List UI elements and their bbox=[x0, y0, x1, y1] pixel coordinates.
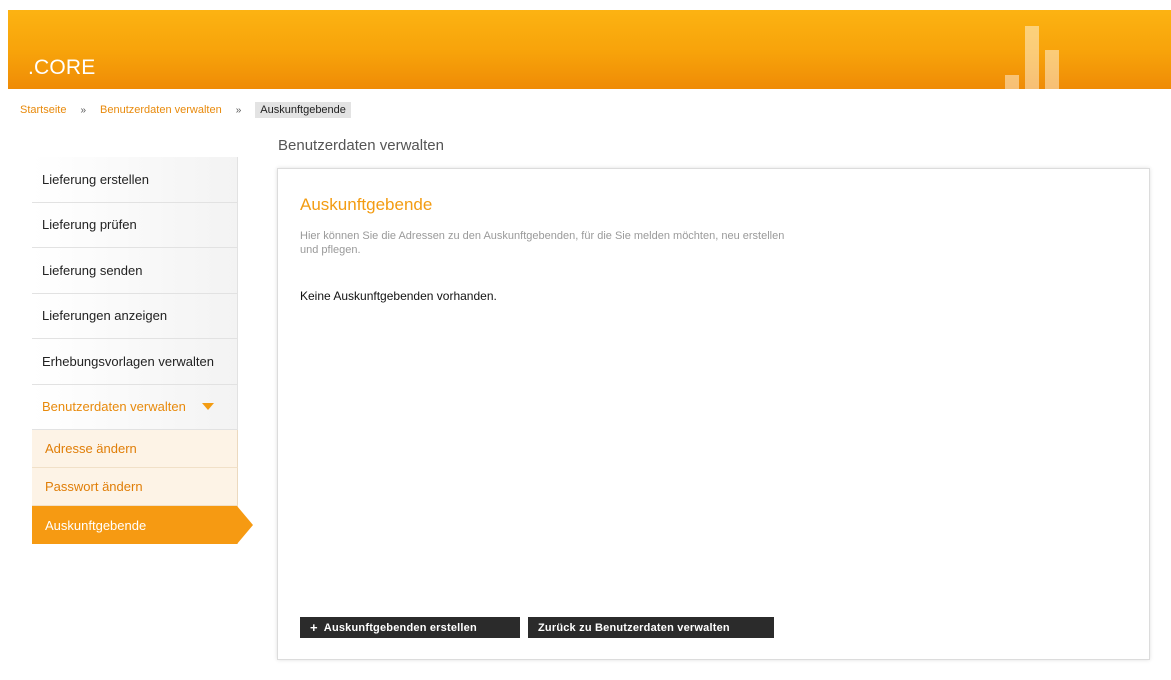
sidebar-subitem-label: Adresse ändern bbox=[45, 441, 137, 456]
sidebar-item-lieferung-senden[interactable]: Lieferung senden bbox=[32, 248, 238, 294]
caret-down-icon bbox=[201, 403, 214, 411]
panel-title: Auskunftgebende bbox=[300, 195, 433, 214]
sidebar-item-label: Lieferung senden bbox=[42, 262, 143, 278]
breadcrumb-benutzerdaten[interactable]: Benutzerdaten verwalten bbox=[100, 104, 222, 116]
sidebar-subitem-label: Auskunftgebende bbox=[45, 517, 147, 533]
breadcrumb-separator-icon: » bbox=[80, 104, 87, 116]
sidebar-item-lieferungen-anzeigen[interactable]: Lieferungen anzeigen bbox=[32, 293, 238, 339]
page-title: Benutzerdaten verwalten bbox=[278, 137, 444, 154]
sidebar-subitem-auskunftgebende[interactable]: Auskunftgebende bbox=[32, 506, 253, 544]
create-button-label: Auskunftgebenden erstellen bbox=[323, 621, 477, 634]
back-button-label: Zurück zu Benutzerdaten verwalten bbox=[538, 621, 730, 634]
empty-state-text: Keine Auskunftgebenden vorhanden. bbox=[300, 289, 497, 303]
plus-icon: + bbox=[310, 620, 318, 635]
sidebar-subitem-adresse[interactable]: Adresse ändern bbox=[32, 430, 238, 468]
content-panel: Auskunftgebende Hier können Sie die Adre… bbox=[277, 168, 1150, 660]
sidebar-item-label: Lieferung erstellen bbox=[42, 171, 149, 187]
sidebar-nav: Lieferung erstellen Lieferung prüfen Lie… bbox=[32, 157, 253, 544]
breadcrumb-current: Auskunftgebende bbox=[255, 102, 351, 118]
create-auskunftgebende-button[interactable]: + Auskunftgebenden erstellen bbox=[300, 617, 520, 638]
sidebar-item-lieferung-pruefen[interactable]: Lieferung prüfen bbox=[32, 202, 238, 248]
sidebar-subitem-label: Passwort ändern bbox=[45, 479, 143, 494]
breadcrumb-home[interactable]: Startseite bbox=[20, 104, 66, 116]
app-header: .CORE bbox=[8, 10, 1171, 89]
breadcrumb: Startseite » Benutzerdaten verwalten » A… bbox=[20, 102, 351, 118]
sidebar-item-benutzerdaten[interactable]: Benutzerdaten verwalten bbox=[32, 384, 238, 430]
breadcrumb-separator-icon: » bbox=[235, 104, 242, 116]
sidebar-item-label: Lieferungen anzeigen bbox=[42, 308, 168, 324]
sidebar-item-lieferung-erstellen[interactable]: Lieferung erstellen bbox=[32, 157, 238, 203]
sidebar-item-label: Lieferung prüfen bbox=[42, 217, 137, 233]
sidebar-item-erhebungsvorlagen[interactable]: Erhebungsvorlagen verwalten bbox=[32, 339, 238, 385]
brand-logo[interactable]: .CORE bbox=[28, 56, 96, 80]
panel-description: Hier können Sie die Adressen zu den Ausk… bbox=[300, 230, 785, 256]
sidebar-subitem-passwort[interactable]: Passwort ändern bbox=[32, 468, 238, 506]
bar-logo-icon bbox=[1001, 18, 1081, 89]
back-button[interactable]: Zurück zu Benutzerdaten verwalten bbox=[528, 617, 774, 638]
sidebar-item-label: Benutzerdaten verwalten bbox=[42, 399, 186, 415]
sidebar-item-label: Erhebungsvorlagen verwalten bbox=[42, 353, 214, 369]
